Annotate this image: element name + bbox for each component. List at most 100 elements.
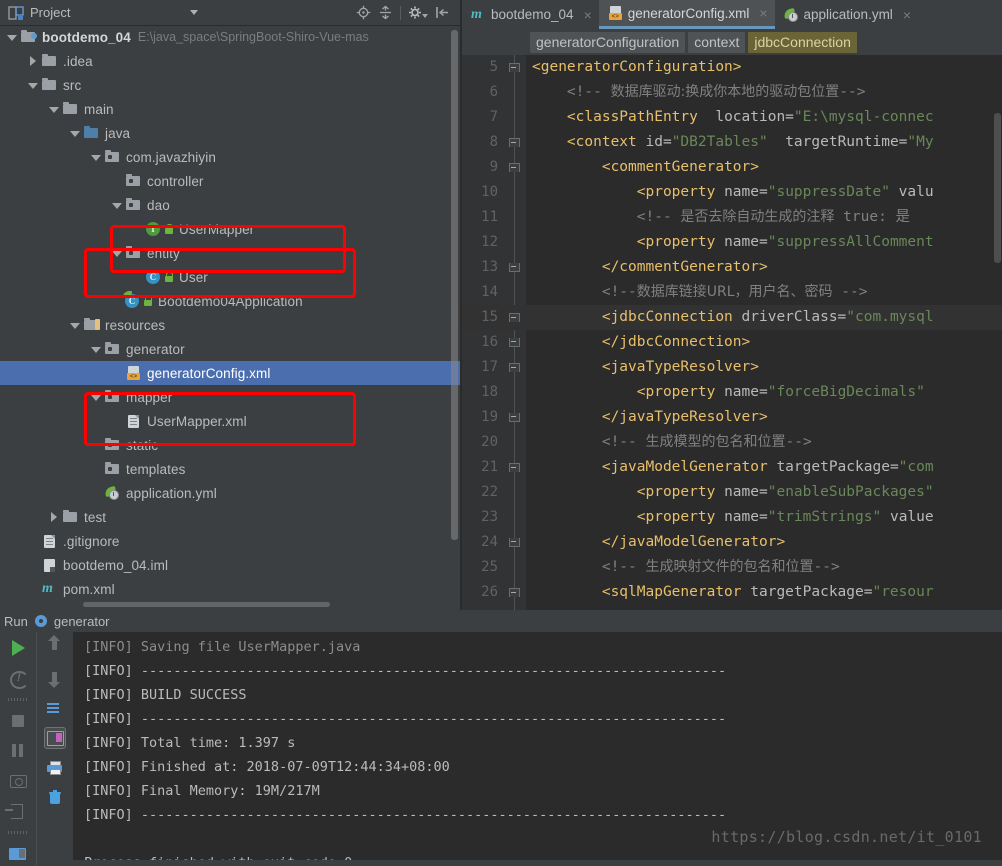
code-line[interactable]: 15 <jdbcConnection driverClass="com.mysq… [462,305,1002,330]
code-fold-toggle[interactable] [509,138,520,147]
code-line[interactable]: 22 <property name="enableSubPackages" [462,480,1002,505]
tree-node[interactable]: UserMapper.xml [0,409,460,433]
tree-collapse-arrow[interactable] [48,511,60,523]
close-icon[interactable]: × [903,8,911,22]
tree-node-selected[interactable]: <> generatorConfig.xml [0,361,460,385]
tree-node[interactable]: resources [0,313,460,337]
tree-expand-arrow[interactable] [90,391,102,403]
close-icon[interactable]: × [759,6,767,20]
code-line[interactable]: 6 <!-- 数据库驱动:换成你本地的驱动包位置--> [462,80,1002,105]
chevron-down-icon[interactable] [190,10,199,15]
print-icon[interactable] [45,758,65,778]
editor-tab-application-yml[interactable]: application.yml × [775,0,918,29]
code-line[interactable]: 5 <generatorConfiguration> [462,55,1002,80]
code-line[interactable]: 23 <property name="trimStrings" value [462,505,1002,530]
pause-icon[interactable] [8,741,28,761]
close-icon[interactable]: × [584,8,592,22]
tree-node[interactable]: application.yml [0,481,460,505]
tree-node[interactable]: bootdemo_04 E:\java_space\SpringBoot-Shir… [0,25,460,49]
code-line[interactable]: 24 </javaModelGenerator> [462,530,1002,555]
tree-expand-arrow[interactable] [27,79,39,91]
tree-expand-arrow[interactable] [69,127,81,139]
exit-icon[interactable] [5,801,28,821]
tree-node[interactable]: dao [0,193,460,217]
run-config-name[interactable]: generator [54,614,110,629]
tree-node[interactable]: static [0,433,460,457]
tree-expand-arrow[interactable] [111,247,123,259]
tree-node[interactable]: mapper [0,385,460,409]
code-line[interactable]: 10 <property name="suppressDate" valu [462,180,1002,205]
tree-node[interactable]: test [0,505,460,529]
collapse-all-icon[interactable] [378,5,393,20]
project-scrollbar-horizontal[interactable] [83,602,330,607]
code-line[interactable]: 25 <!-- 生成映射文件的包名和位置--> [462,555,1002,580]
code-line[interactable]: 14 <!--数据库链接URL，用户名、密码 --> [462,280,1002,305]
code-line[interactable]: 17 <javaTypeResolver> [462,355,1002,380]
tree-node[interactable]: I UserMapper [0,217,460,241]
scroll-down-icon[interactable] [45,668,65,688]
tree-expand-arrow[interactable] [69,319,81,331]
console-output[interactable]: [INFO] Saving file UserMapper.java [INFO]… [72,632,1002,860]
code-line[interactable]: 26 <sqlMapGenerator targetPackage="resou… [462,580,1002,605]
code-fold-toggle[interactable] [509,338,520,347]
tree-node[interactable]: src [0,73,460,97]
editor-tab-generatorconfig-xml[interactable]: <> generatorConfig.xml × [598,0,775,29]
tree-expand-arrow[interactable] [90,343,102,355]
code-line[interactable]: 21 <javaModelGenerator targetPackage="co… [462,455,1002,480]
breadcrumb[interactable]: generatorConfiguration context jdbcConnect… [462,29,1002,55]
tree-node[interactable]: controller [0,169,460,193]
tree-node[interactable]: templates [0,457,460,481]
code-fold-toggle[interactable] [509,463,520,472]
breadcrumb-item[interactable]: context [688,31,746,53]
tree-expand-arrow[interactable] [90,151,102,163]
tree-node[interactable]: m pom.xml [0,577,460,601]
hide-panel-icon[interactable] [435,5,450,20]
code-fold-toggle[interactable] [509,63,520,72]
stop-icon[interactable] [8,711,28,731]
code-fold-toggle[interactable] [509,363,520,372]
scroll-to-end-icon[interactable] [44,727,66,749]
code-fold-toggle[interactable] [509,413,520,422]
project-tree[interactable]: bootdemo_04 E:\java_space\SpringBoot-Shir… [0,25,460,610]
tree-expand-arrow[interactable] [6,31,18,43]
code-line[interactable]: 11 <!-- 是否去除自动生成的注释 true: 是 [462,205,1002,230]
settings-gear-icon[interactable] [408,5,428,20]
breadcrumb-item[interactable]: jdbcConnection [748,31,857,53]
tree-node[interactable]: .idea [0,49,460,73]
tree-node[interactable]: bootdemo_04.iml [0,553,460,577]
code-line[interactable]: 18 <property name="forceBigDecimals" [462,380,1002,405]
tree-expand-arrow[interactable] [111,199,123,211]
restore-layout-icon[interactable] [8,844,28,864]
project-scrollbar-vertical[interactable] [451,30,458,540]
editor-tab-bootdemo-04[interactable]: m bootdemo_04 × [462,0,599,29]
code-fold-toggle[interactable] [509,588,520,597]
locate-icon[interactable] [356,5,371,20]
code-line[interactable]: 7 <classPathEntry location="E:\mysql-con… [462,105,1002,130]
tree-node[interactable]: main [0,97,460,121]
soft-wrap-icon[interactable] [45,698,65,718]
clear-all-icon[interactable] [45,788,65,808]
editor-scrollbar-vertical[interactable] [994,113,1001,263]
editor-tab-bar[interactable]: m bootdemo_04 × <> generatorConfig.xml × appli… [462,0,1002,29]
breadcrumb-item[interactable]: generatorConfiguration [530,31,686,53]
tree-node[interactable]: entity [0,241,460,265]
tree-node[interactable]: com.javazhiyin [0,145,460,169]
code-line[interactable]: 9 <commentGenerator> [462,155,1002,180]
code-line[interactable]: 13 </commentGenerator> [462,255,1002,280]
tree-node[interactable]: C User [0,265,460,289]
tree-node[interactable]: java [0,121,460,145]
code-fold-toggle[interactable] [509,313,520,322]
tree-node[interactable]: C Bootdemo04Application [0,289,460,313]
code-fold-toggle[interactable] [509,163,520,172]
code-fold-toggle[interactable] [509,538,520,547]
tree-node[interactable]: generator [0,337,460,361]
dump-threads-icon[interactable] [8,771,28,791]
code-content[interactable]: 5 <generatorConfiguration> 6 <!-- 数据库驱动:换成… [462,55,1002,610]
code-line[interactable]: 19 </javaTypeResolver> [462,405,1002,430]
run-icon[interactable] [8,638,28,658]
code-line[interactable]: 16 </jdbcConnection> [462,330,1002,355]
code-line[interactable]: 20 <!-- 生成模型的包名和位置--> [462,430,1002,455]
code-line[interactable]: 8 <context id="DB2Tables" targetRuntime=… [462,130,1002,155]
code-fold-toggle[interactable] [509,263,520,272]
tree-expand-arrow[interactable] [48,103,60,115]
